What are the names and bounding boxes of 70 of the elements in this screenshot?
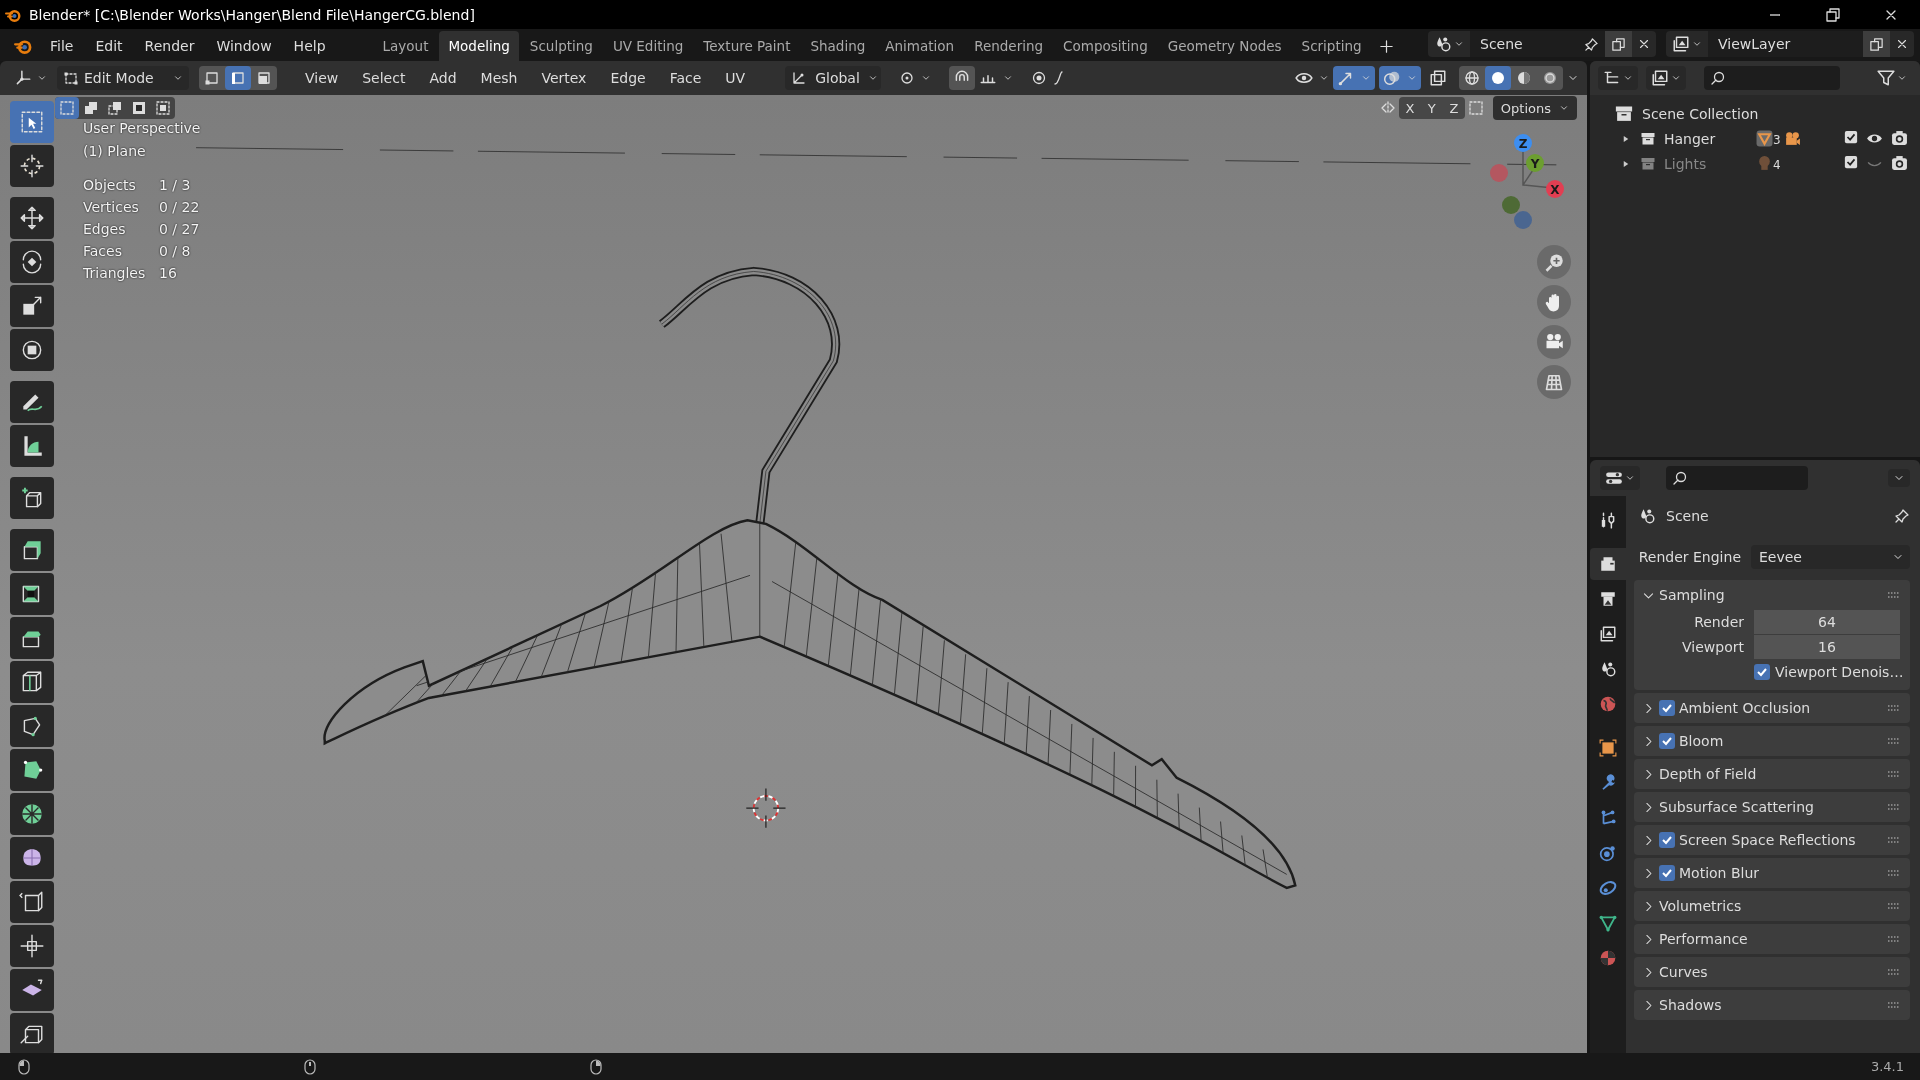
orientation-dropdown[interactable]: Global [785, 66, 882, 90]
stat-label: Objects [83, 176, 137, 195]
workspace-tab[interactable]: Texture Paint [694, 31, 800, 61]
workspace-tab[interactable]: Compositing [1054, 31, 1157, 61]
collection-name[interactable]: Hanger [1664, 130, 1748, 147]
collection-name[interactable]: Lights [1664, 155, 1748, 172]
stat-value: 0 / 22 [159, 198, 201, 217]
options-dropdown[interactable]: Options [1492, 96, 1577, 120]
number-field[interactable]: 16 [1754, 635, 1900, 659]
menu-item[interactable]: UV [715, 70, 756, 86]
stat-value: 1 / 3 [159, 176, 192, 195]
menu-item[interactable]: Window [206, 31, 282, 61]
badge-count: 4 [1773, 158, 1781, 172]
menu-item[interactable]: Edge [600, 70, 656, 86]
stat-value: 0 / 27 [159, 220, 201, 239]
window-title: Blender* [C:\Blender Works\Hanger\Blend File\HangerCG.blend] [29, 6, 475, 23]
workspace-tab[interactable]: Layout [373, 31, 438, 61]
workspace-tab[interactable]: Modeling [439, 31, 519, 61]
panel-title[interactable]: Volumetrics [1659, 898, 1742, 914]
field-label: Viewport [1681, 639, 1744, 655]
mode-dropdown[interactable]: Edit Mode [57, 66, 189, 90]
axis-handle[interactable]: Z [1514, 134, 1532, 152]
axis-handle[interactable]: X [1546, 180, 1564, 198]
badge-count: 3 [1773, 133, 1781, 147]
menu-item[interactable]: View [295, 70, 349, 86]
menu-item[interactable]: Face [659, 70, 712, 86]
mirror-axis-button[interactable]: Y [1420, 97, 1443, 119]
scene-field[interactable]: Scene [1470, 31, 1605, 57]
workspace-tab[interactable]: Scripting [1292, 31, 1371, 61]
checkbox-label[interactable]: Viewport Denois… [1775, 664, 1904, 680]
workspace-tab[interactable]: Rendering [965, 31, 1053, 61]
active-object-name: (1) Plane [83, 143, 146, 159]
panel-title[interactable]: Curves [1659, 964, 1708, 980]
stat-value: 0 / 8 [159, 242, 192, 261]
stat-label: Triangles [83, 264, 147, 283]
axis-handle[interactable]: Y [1526, 154, 1544, 172]
collection-name[interactable]: Scene Collection [1642, 105, 1759, 122]
number-field[interactable]: 64 [1754, 610, 1900, 634]
panel-title[interactable]: Sampling [1659, 587, 1725, 603]
menu-item[interactable]: Add [419, 70, 467, 86]
field-label: Render Engine [1637, 549, 1741, 565]
menu-item[interactable]: Mesh [470, 70, 528, 86]
workspace-tab[interactable]: Sculpting [520, 31, 602, 61]
menu-item[interactable]: Render [134, 31, 205, 61]
workspace-tab[interactable]: Geometry Nodes [1158, 31, 1291, 61]
menu-item[interactable]: Help [283, 31, 336, 61]
version-label: 3.4.1 [1870, 1059, 1904, 1074]
workspace-tab[interactable]: UV Editing [603, 31, 693, 61]
panel-title[interactable]: Shadows [1659, 997, 1722, 1013]
view-name: User Perspective [83, 120, 201, 136]
menu-item[interactable]: Select [352, 70, 416, 86]
mirror-axis-button[interactable]: Z [1442, 97, 1465, 119]
menu-item[interactable]: Vertex [531, 70, 597, 86]
panel-title[interactable]: Bloom [1679, 733, 1724, 749]
menu-item[interactable]: File [40, 31, 84, 61]
stat-label: Faces [83, 242, 123, 261]
panel-title[interactable]: Depth of Field [1659, 766, 1757, 782]
context-name: Scene [1666, 508, 1709, 524]
workspace-tab[interactable]: Shading [801, 31, 875, 61]
stat-value: 16 [159, 264, 178, 283]
mirror-axis-button[interactable]: X [1398, 97, 1421, 119]
field-label: Render [1693, 614, 1744, 630]
workspace-tab[interactable]: Animation [876, 31, 964, 61]
panel-title[interactable]: Performance [1659, 931, 1748, 947]
stat-label: Vertices [83, 198, 140, 217]
view-layer-field[interactable]: ViewLayer [1708, 31, 1863, 57]
panel-title[interactable]: Motion Blur [1679, 865, 1760, 881]
render-engine-dropdown[interactable]: Eevee [1751, 545, 1910, 569]
stat-label: Edges [83, 220, 127, 239]
menu-item[interactable]: Edit [85, 31, 133, 61]
